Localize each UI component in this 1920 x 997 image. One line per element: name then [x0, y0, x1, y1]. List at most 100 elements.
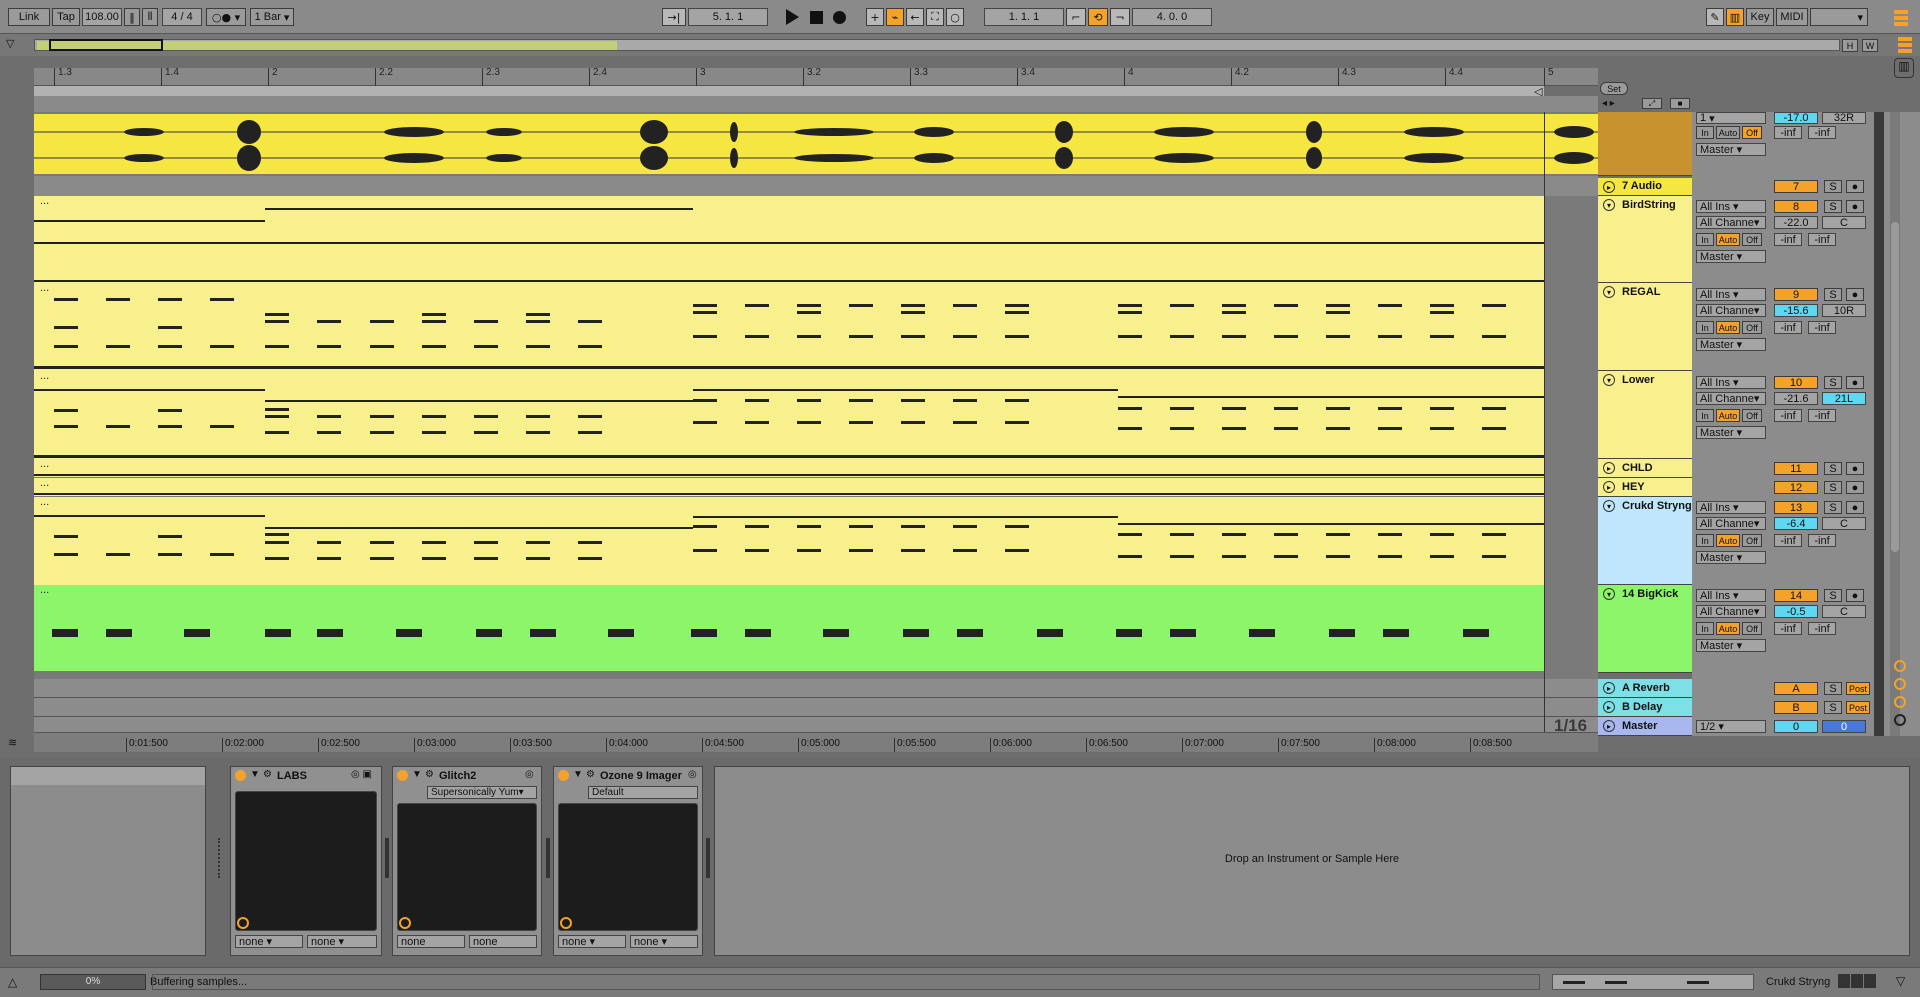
- track-activator[interactable]: 11: [1774, 462, 1818, 475]
- solo-button[interactable]: S: [1824, 288, 1842, 301]
- link-button[interactable]: Link: [8, 8, 50, 26]
- preset-dropdown[interactable]: Supersonically Yum ▾: [427, 786, 537, 799]
- master-output-dropdown[interactable]: 1/2 ▾: [1696, 720, 1766, 733]
- pan-field[interactable]: C: [1822, 605, 1866, 618]
- toggle-automation-button[interactable]: ≋: [8, 736, 17, 749]
- track-header-birdstring[interactable]: ▾ BirdString: [1598, 196, 1692, 283]
- set-locator-button[interactable]: Set: [1600, 82, 1628, 95]
- output-dropdown[interactable]: Master ▾: [1696, 143, 1766, 156]
- track-fold-button[interactable]: ▸: [1603, 701, 1615, 713]
- lane-birdstring[interactable]: ...: [34, 196, 1598, 283]
- pan-field[interactable]: 10R: [1822, 304, 1866, 317]
- solo-button[interactable]: S: [1824, 481, 1842, 494]
- track-activator[interactable]: 8: [1774, 200, 1818, 213]
- solo-button[interactable]: S: [1824, 501, 1842, 514]
- toggle-browser-button[interactable]: ▽: [6, 37, 22, 53]
- locator-nav-buttons[interactable]: ◂ ▸: [1602, 98, 1615, 109]
- input-monitor-off[interactable]: Off: [1742, 233, 1762, 246]
- plugin-browser-toggle[interactable]: ▥: [1894, 58, 1914, 78]
- pre-post-button[interactable]: Post: [1846, 701, 1870, 714]
- input-monitor-auto[interactable]: Auto: [1716, 534, 1740, 547]
- track-mini-view[interactable]: [1838, 974, 1882, 990]
- volume-field[interactable]: -21.6: [1774, 392, 1818, 405]
- computer-midi-keyboard-button[interactable]: ▥: [1726, 8, 1744, 26]
- chain-field-1[interactable]: none: [397, 935, 465, 948]
- track-activator[interactable]: A: [1774, 682, 1818, 695]
- input-channel-dropdown[interactable]: All Channe ▾: [1696, 304, 1766, 317]
- lock-button[interactable]: ■: [1670, 98, 1690, 109]
- track-fold-button[interactable]: ▾: [1603, 374, 1615, 386]
- input-monitor-in[interactable]: In: [1696, 534, 1714, 547]
- tempo-field[interactable]: 108.00: [82, 8, 122, 26]
- arm-button[interactable]: ●: [1846, 501, 1864, 514]
- solo-button[interactable]: S: [1824, 376, 1842, 389]
- solo-button[interactable]: S: [1824, 180, 1842, 193]
- track-fold-button[interactable]: ▾: [1603, 500, 1615, 512]
- lane-crukd-stryng[interactable]: ...: [34, 497, 1598, 585]
- track-header-master[interactable]: ▸ Master: [1598, 717, 1692, 736]
- solo-button[interactable]: S: [1824, 682, 1842, 695]
- nudge-up-button[interactable]: ⦀: [142, 8, 158, 26]
- nudge-down-button[interactable]: ‖: [124, 8, 140, 26]
- pan-field[interactable]: C: [1822, 517, 1866, 530]
- quantize-dropdown[interactable]: 1 Bar ▾: [250, 8, 294, 26]
- input-monitor-off[interactable]: Off: [1742, 409, 1762, 422]
- pan-field[interactable]: 21L: [1822, 392, 1866, 405]
- track-header-bigkick[interactable]: ▾ 14 BigKick: [1598, 585, 1692, 673]
- lane-lower[interactable]: ...: [34, 371, 1598, 459]
- input-monitor-auto[interactable]: Auto: [1716, 233, 1740, 246]
- input-channel-dropdown[interactable]: 1 ▾: [1696, 112, 1766, 124]
- optimize-height-button[interactable]: H: [1842, 39, 1858, 52]
- loop-length-field[interactable]: 4. 0. 0: [1132, 8, 1212, 26]
- input-monitor-off[interactable]: Off: [1742, 534, 1762, 547]
- volume-field[interactable]: -0.5: [1774, 605, 1818, 618]
- input-monitor-auto[interactable]: Auto: [1716, 321, 1740, 334]
- input-type-dropdown[interactable]: All Ins ▾: [1696, 501, 1766, 514]
- input-monitor-auto[interactable]: Auto: [1716, 409, 1740, 422]
- device-ozone-imager[interactable]: ▼ ⚙ Ozone 9 Imager ◎ Default none ▾ none…: [553, 766, 703, 956]
- device-separator[interactable]: [385, 838, 389, 878]
- session-record-button[interactable]: ○: [946, 8, 964, 26]
- input-monitor-off[interactable]: Off: [1742, 321, 1762, 334]
- loop-start-field[interactable]: 1. 1. 1: [984, 8, 1064, 26]
- master-pan-field[interactable]: 0: [1822, 720, 1866, 733]
- play-button[interactable]: [786, 9, 800, 25]
- arrangement-overview[interactable]: ▽ H W: [0, 34, 1920, 56]
- view-toggles[interactable]: [1898, 36, 1912, 54]
- device-drag-handle[interactable]: [218, 838, 224, 878]
- lane-7-audio[interactable]: [34, 112, 1598, 176]
- input-monitor-in[interactable]: In: [1696, 126, 1714, 139]
- track-activator[interactable]: 12: [1774, 481, 1818, 494]
- input-channel-dropdown[interactable]: All Channe ▾: [1696, 392, 1766, 405]
- loop-switch-button[interactable]: ⟲: [1088, 8, 1108, 26]
- tap-tempo-button[interactable]: Tap: [52, 8, 80, 26]
- lane-a-reverb[interactable]: [34, 679, 1598, 698]
- output-dropdown[interactable]: Master ▾: [1696, 426, 1766, 439]
- device-options-icon[interactable]: ◎: [525, 769, 534, 780]
- song-position-field[interactable]: 5. 1. 1: [688, 8, 768, 26]
- lane-master[interactable]: [34, 717, 1598, 732]
- input-type-dropdown[interactable]: All Ins ▾: [1696, 376, 1766, 389]
- arm-button[interactable]: ●: [1846, 200, 1864, 213]
- pan-field[interactable]: C: [1822, 216, 1866, 229]
- draw-mode-button[interactable]: ✎: [1706, 8, 1724, 26]
- input-type-dropdown[interactable]: All Ins ▾: [1696, 200, 1766, 213]
- lane-hey[interactable]: ...: [34, 478, 1598, 497]
- midi-clip[interactable]: ...: [34, 459, 1544, 477]
- track-fold-button[interactable]: ▾: [1603, 588, 1615, 600]
- wrench-icon[interactable]: ⚙: [586, 769, 595, 780]
- punch-in-button[interactable]: ⌐: [1066, 8, 1086, 26]
- lane-bigkick[interactable]: ...: [34, 585, 1598, 673]
- toggle-device-view-button[interactable]: ▽: [1896, 974, 1905, 988]
- output-dropdown[interactable]: Master ▾: [1696, 250, 1766, 263]
- device-separator[interactable]: [546, 838, 550, 878]
- overview-viewport[interactable]: [49, 39, 163, 51]
- arm-button[interactable]: ●: [1846, 288, 1864, 301]
- back-to-arrangement-button[interactable]: ←: [906, 8, 924, 26]
- track-fold-button[interactable]: ▸: [1603, 481, 1615, 493]
- output-dropdown[interactable]: Master ▾: [1696, 338, 1766, 351]
- vertical-scrollbar[interactable]: [1890, 112, 1900, 736]
- device-options-icon[interactable]: ◎ ▣: [351, 769, 372, 780]
- device-separator[interactable]: [706, 838, 710, 878]
- loop-brace[interactable]: [34, 86, 1544, 96]
